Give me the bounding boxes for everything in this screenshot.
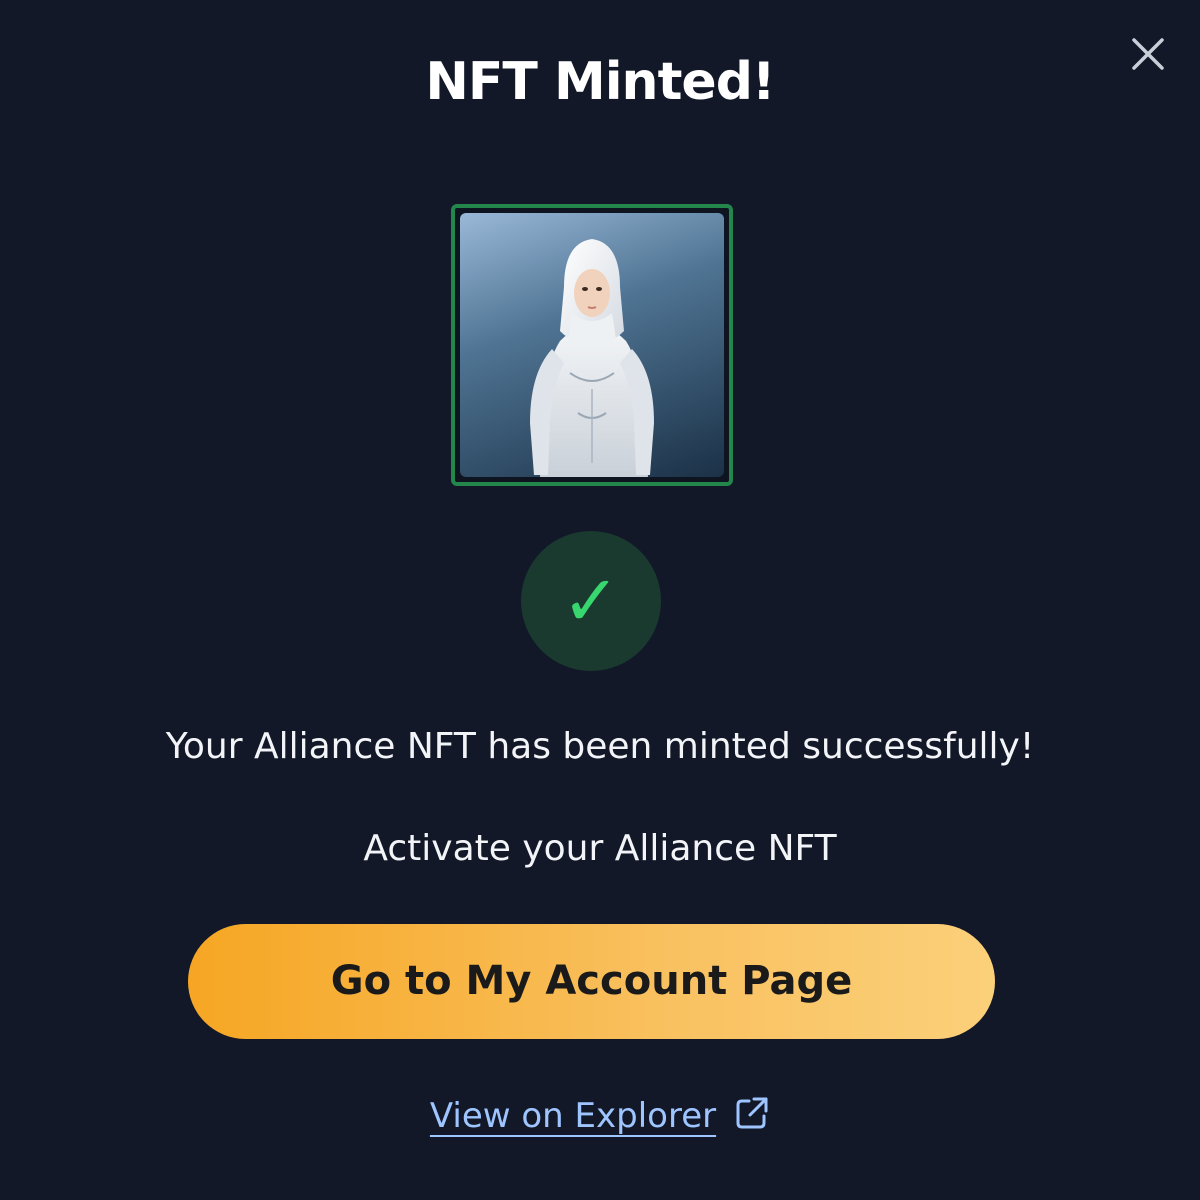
nft-image-frame <box>451 204 733 486</box>
nft-minted-modal: NFT Minted! ✓ Your Alliance NFT has been… <box>0 0 1200 1200</box>
go-to-account-button[interactable]: Go to My Account Page <box>188 924 995 1039</box>
success-indicator: ✓ <box>521 531 661 671</box>
nft-avatar-image <box>460 213 724 477</box>
modal-title: NFT Minted! <box>425 52 775 112</box>
activate-message: Activate your Alliance NFT <box>363 828 837 869</box>
view-on-explorer-link[interactable]: View on Explorer <box>0 1088 1200 1148</box>
checkmark-icon: ✓ <box>561 560 621 642</box>
success-message: Your Alliance NFT has been minted succes… <box>165 726 1035 767</box>
explorer-link-label: View on Explorer <box>429 1096 717 1136</box>
external-link-icon <box>734 1092 770 1148</box>
